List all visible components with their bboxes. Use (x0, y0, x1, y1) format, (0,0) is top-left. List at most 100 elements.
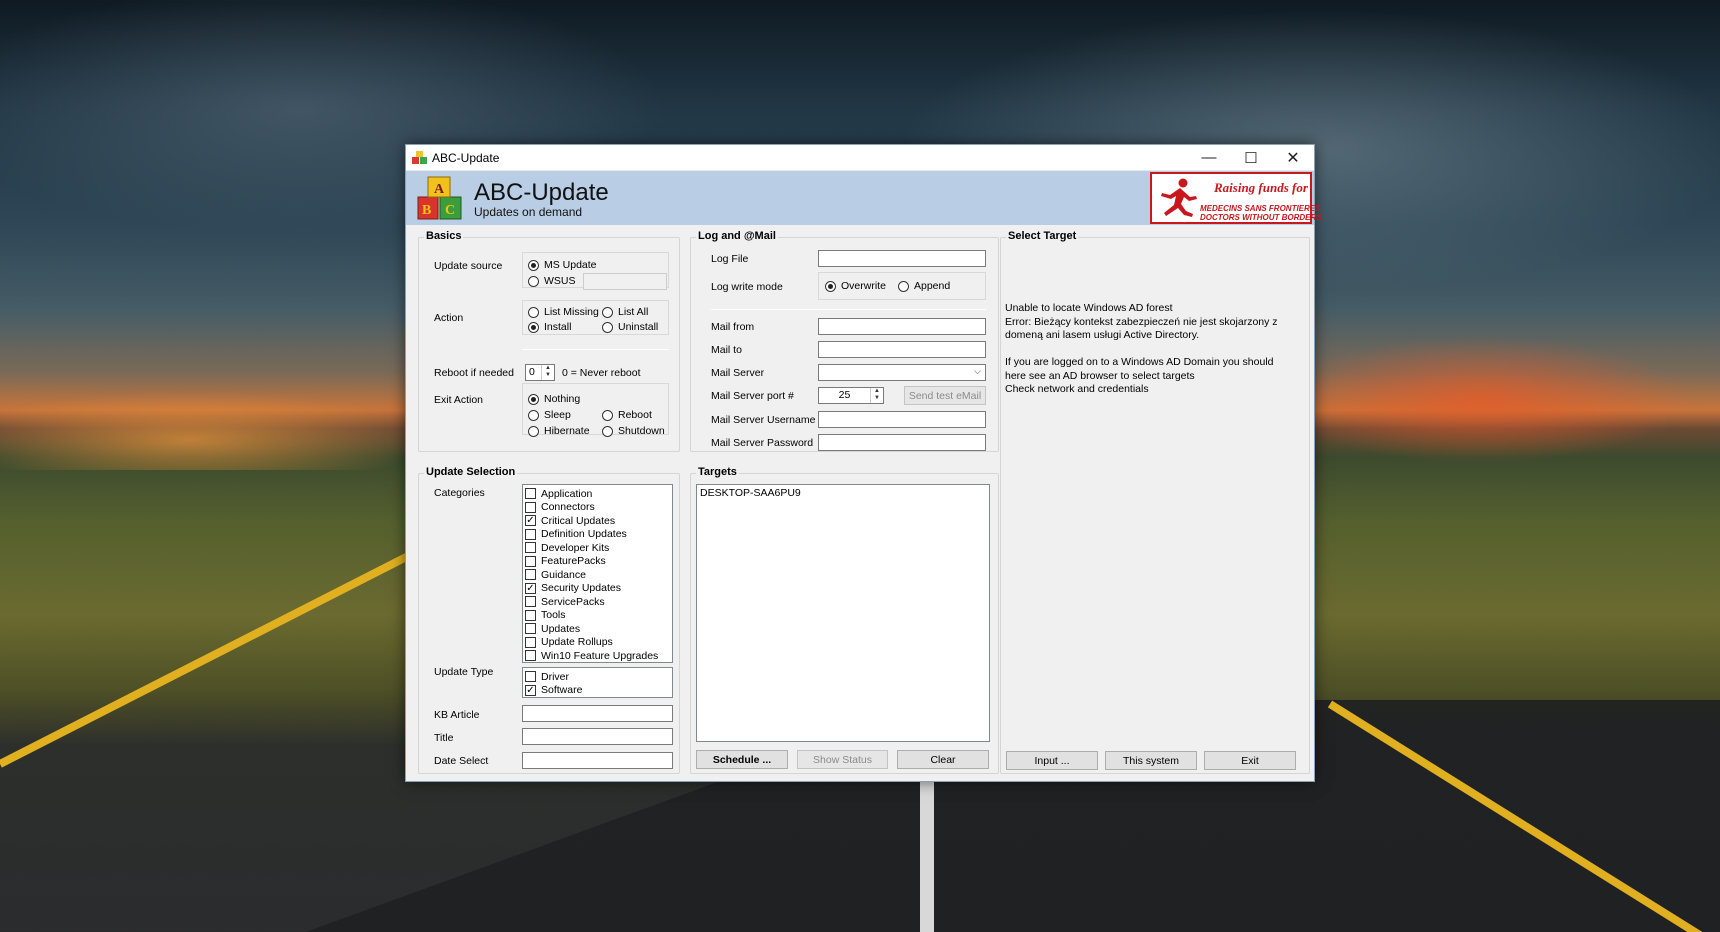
basics-group: Basics Update source MS Update WSUS Acti… (418, 230, 680, 452)
checkbox-box[interactable] (525, 609, 536, 621)
mail-server-label: Mail Server (711, 367, 765, 379)
title-bar[interactable]: ABC-Update — ☐ ✕ (406, 145, 1314, 171)
checkbox-box[interactable] (525, 650, 536, 662)
checkbox-box[interactable] (525, 569, 536, 581)
radio-dot (898, 280, 909, 292)
radio-dot (602, 409, 613, 421)
stepper-arrows-icon[interactable]: ▲ ▼ (870, 388, 883, 403)
checkbox-label: Guidance (541, 568, 586, 581)
mail-server-select[interactable]: ⌵ (818, 364, 986, 381)
app-header: A B C ABC-Update Updates on demand Raisi… (406, 171, 1322, 225)
clear-button[interactable]: Clear (897, 750, 989, 769)
checkbox-box[interactable] (525, 501, 536, 513)
log-file-field[interactable] (818, 250, 986, 267)
categories-list[interactable]: Application Connectors ✓ Critical Updates De… (522, 484, 673, 663)
checkbox-item[interactable]: FeaturePacks (523, 555, 672, 569)
categories-label: Categories (434, 487, 485, 499)
target-list-item[interactable]: DESKTOP-SAA6PU9 (697, 485, 989, 501)
checkbox-item[interactable]: Driver (523, 670, 672, 684)
checkbox-box[interactable] (525, 596, 536, 608)
kb-article-label: KB Article (434, 709, 480, 721)
kb-article-field[interactable] (522, 705, 673, 722)
input-button[interactable]: Input ... (1006, 751, 1098, 770)
checkbox-item[interactable]: ✓ Security Updates (523, 582, 672, 596)
mail-from-label: Mail from (711, 321, 755, 333)
checkbox-label: Update Rollups (541, 636, 613, 649)
radio-dot (528, 321, 539, 333)
checkbox-box[interactable] (525, 636, 536, 648)
exit-button[interactable]: Exit (1204, 751, 1296, 770)
radio-dot (528, 425, 539, 437)
chevron-down-icon[interactable]: ⌵ (974, 366, 981, 377)
checkbox-box[interactable] (525, 488, 536, 500)
checkbox-item[interactable]: Guidance (523, 568, 672, 582)
checkmark-icon[interactable]: ✓ (525, 684, 536, 696)
checkbox-item[interactable]: Connectors (523, 501, 672, 515)
checkbox-item[interactable]: Updates (523, 622, 672, 636)
checkbox-label: Developer Kits (541, 541, 610, 554)
radio-label: Overwrite (841, 280, 886, 292)
radio-sleep[interactable]: Sleep (528, 409, 571, 421)
minimize-button[interactable]: — (1188, 145, 1230, 171)
maximize-button[interactable]: ☐ (1230, 145, 1272, 171)
schedule-button[interactable]: Schedule ... (696, 750, 788, 769)
ad-error-message: Unable to locate Windows AD forest Error… (1005, 302, 1278, 395)
update-selection-group-label: Update Selection (424, 466, 518, 478)
wsus-server-field[interactable] (583, 273, 667, 290)
msf-banner[interactable]: Raising funds for MEDECINS SANS FRONTIER… (1150, 172, 1322, 224)
radio-reboot[interactable]: Reboot (602, 409, 652, 421)
svg-text:C: C (445, 203, 455, 218)
app-title: ABC-Update (474, 179, 609, 206)
checkbox-item[interactable]: Update Rollups (523, 636, 672, 650)
checkbox-box[interactable] (525, 542, 536, 554)
checkbox-item[interactable]: Win10 Feature Upgrades (523, 649, 672, 662)
radio-append[interactable]: Append (898, 280, 950, 292)
radio-nothing[interactable]: Nothing (528, 393, 580, 405)
checkbox-item[interactable]: Application (523, 487, 672, 501)
radio-ms-update[interactable]: MS Update (528, 259, 597, 271)
mail-username-field[interactable] (818, 411, 986, 428)
mail-from-field[interactable] (818, 318, 986, 335)
this-system-button[interactable]: This system (1105, 751, 1197, 770)
radio-list-missing[interactable]: List Missing (528, 306, 599, 318)
checkbox-item[interactable]: Developer Kits (523, 541, 672, 555)
abc-blocks-logo-icon: A B C (417, 176, 462, 220)
checkbox-box[interactable] (525, 528, 536, 540)
targets-list[interactable]: DESKTOP-SAA6PU9 (696, 484, 990, 742)
title-field[interactable] (522, 728, 673, 745)
send-test-email-button[interactable]: Send test eMail (904, 386, 986, 405)
checkmark-icon[interactable]: ✓ (525, 515, 536, 527)
checkbox-item[interactable]: Definition Updates (523, 528, 672, 542)
radio-install[interactable]: Install (528, 321, 571, 333)
close-button[interactable]: ✕ (1272, 145, 1314, 171)
reboot-hint: 0 = Never reboot (562, 367, 641, 379)
radio-label: Reboot (618, 409, 652, 421)
radio-hibernate[interactable]: Hibernate (528, 425, 590, 437)
radio-overwrite[interactable]: Overwrite (825, 280, 886, 292)
checkbox-box[interactable] (525, 623, 536, 635)
mail-port-stepper[interactable]: 25 ▲ ▼ (818, 387, 884, 404)
radio-list-all[interactable]: List All (602, 306, 648, 318)
checkmark-icon[interactable]: ✓ (525, 582, 536, 594)
checkbox-item[interactable]: ✓ Software (523, 684, 672, 698)
stepper-arrows-icon[interactable]: ▲ ▼ (541, 365, 554, 380)
update-type-list[interactable]: Driver ✓ Software (522, 667, 673, 698)
checkbox-box[interactable] (525, 555, 536, 567)
radio-uninstall[interactable]: Uninstall (602, 321, 658, 333)
radio-label: Nothing (544, 393, 581, 405)
checkbox-item[interactable]: ✓ Critical Updates (523, 514, 672, 528)
checkbox-item[interactable]: ServicePacks (523, 595, 672, 609)
update-selection-group: Update Selection Categories Application C… (418, 466, 680, 774)
reboot-stepper[interactable]: 0 ▲ ▼ (525, 364, 555, 381)
mail-password-field[interactable] (818, 434, 986, 451)
radio-wsus[interactable]: WSUS (528, 275, 576, 287)
radio-shutdown[interactable]: Shutdown (602, 425, 665, 437)
mail-to-field[interactable] (818, 341, 986, 358)
show-status-button[interactable]: Show Status (797, 750, 888, 769)
checkbox-box[interactable] (525, 671, 536, 683)
radio-label: Append (914, 280, 951, 292)
mail-port-value: 25 (838, 389, 851, 401)
date-select-field[interactable] (522, 752, 673, 769)
reboot-label: Reboot if needed (434, 367, 514, 379)
checkbox-item[interactable]: Tools (523, 609, 672, 623)
